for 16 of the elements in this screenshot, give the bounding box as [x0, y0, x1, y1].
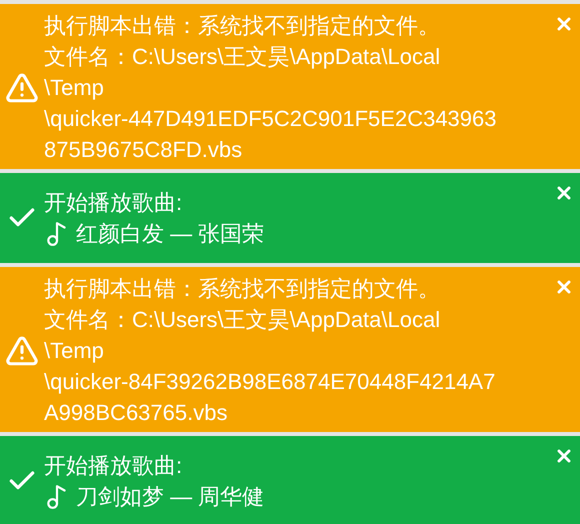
- warning-icon: [5, 334, 39, 368]
- message-text: \quicker-447D491EDF5C2C901F5E2C343963: [44, 105, 496, 133]
- message-text: A998BC63765.vbs: [44, 399, 228, 427]
- song-title: 红颜白发 — 张国荣: [76, 220, 264, 248]
- message-text: 文件名：C:\Users\王文昊\AppData\Local: [44, 43, 442, 71]
- message-text: \Temp: [44, 337, 105, 365]
- message-text: 文件名：C:\Users\王文昊\AppData\Local: [44, 306, 442, 334]
- message-text: 开始播放歌曲:: [44, 189, 184, 217]
- message-text: 执行脚本出错：系统找不到指定的文件。: [44, 12, 441, 40]
- message-text: 执行脚本出错：系统找不到指定的文件。: [44, 275, 441, 303]
- message-text: 875B9675C8FD.vbs: [44, 136, 244, 164]
- message-text: \quicker-84F39262B98E6874E70448F4214A7: [44, 368, 496, 396]
- message-text: \Temp: [44, 74, 105, 102]
- message-text: 开始播放歌曲:: [44, 452, 184, 480]
- warning-icon: [5, 70, 39, 104]
- song-title: 刀剑如梦 — 周华健: [76, 483, 264, 511]
